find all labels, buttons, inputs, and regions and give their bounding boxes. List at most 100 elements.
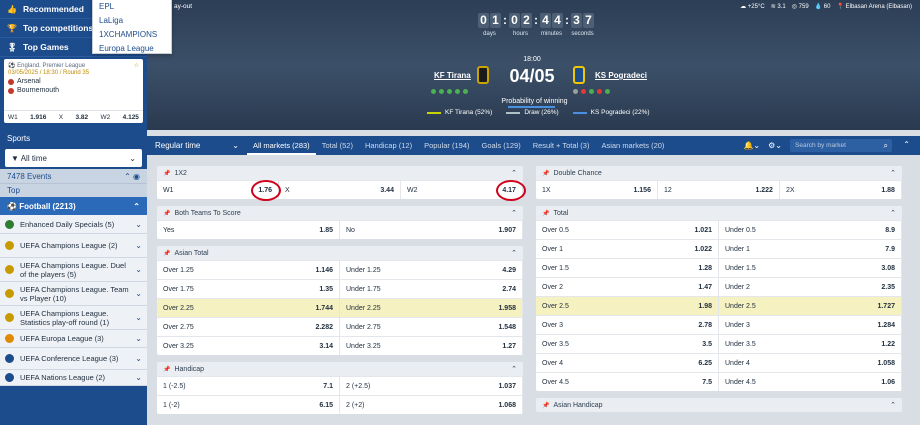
competition-item[interactable]: Enhanced Daily Specials (5) ⌄ [0, 215, 147, 234]
odds-cell[interactable]: Over 2.5 1.98 [536, 296, 719, 315]
odds-cell[interactable]: Over 1.75 1.35 [157, 279, 340, 298]
odds-cell[interactable]: 1 (-2.5) 7.1 [157, 376, 340, 395]
competition-item[interactable]: UEFA Champions League. Statistics play-o… [0, 306, 147, 330]
odd-w1[interactable]: 1.916 [30, 114, 46, 121]
pin-icon[interactable]: 📌 [163, 211, 170, 217]
medal-icon: 🎖 [7, 42, 18, 52]
odds-cell[interactable]: Under 0.5 8.9 [719, 220, 902, 239]
dropdown-item[interactable]: 1XCHAMPIONS [99, 28, 171, 42]
competition-item[interactable]: UEFA Champions League (2) ⌄ [0, 234, 147, 258]
globe-icon[interactable]: ◉ [133, 172, 140, 181]
competition-item[interactable]: UEFA Champions League. Team vs Player (1… [0, 282, 147, 306]
team-away-link[interactable]: KS Pogradeci [595, 71, 647, 80]
odds-cell[interactable]: 2 (+2.5) 1.037 [340, 376, 523, 395]
competition-icon [5, 373, 14, 382]
odd-w2[interactable]: 4.125 [123, 114, 139, 121]
odds-cell[interactable]: Under 3.5 1.22 [719, 334, 902, 353]
odds-cell[interactable]: Under 2.25 1.958 [340, 298, 523, 317]
odds-cell[interactable]: No 1.907 [340, 220, 523, 239]
market-header[interactable]: 📌 Total ⌃ [536, 206, 902, 220]
dropdown-item[interactable]: EPL [99, 0, 171, 14]
odds-cell[interactable]: Over 2.75 2.282 [157, 317, 340, 336]
market-tab[interactable]: Handicap (12) [359, 136, 418, 155]
collapse-all-icon[interactable]: ⌃ [903, 140, 910, 149]
odds-cell[interactable]: Over 3.5 3.5 [536, 334, 719, 353]
odds-cell[interactable]: 2X 1.88 [779, 180, 902, 199]
competition-item[interactable]: UEFA Europa League (3) ⌄ [0, 330, 147, 348]
competition-icon [5, 334, 14, 343]
odds-cell[interactable]: Over 1.25 1.146 [157, 260, 340, 279]
chevron-down-icon: ⌄ [129, 153, 136, 163]
highlight-circle [251, 180, 281, 201]
competition-icon [5, 265, 14, 274]
competition-item[interactable]: UEFA Conference League (3) ⌄ [0, 348, 147, 370]
dropdown-item[interactable]: Europa League [99, 42, 171, 56]
odds-cell[interactable]: Under 2 2.35 [719, 277, 902, 296]
odd-x[interactable]: 3.82 [76, 114, 89, 121]
odds-cell[interactable]: Under 2.5 1.727 [719, 296, 902, 315]
odds-cell[interactable]: 12 1.222 [657, 180, 780, 199]
odds-cell[interactable]: Under 4 1.058 [719, 353, 902, 372]
competition-item[interactable]: UEFA Champions League. Duel of the playe… [0, 258, 147, 282]
sports-top[interactable]: Top [0, 183, 147, 197]
team-home-link[interactable]: KF Tirana [434, 71, 471, 80]
sport-football[interactable]: ⚽ Football (2213) ⌃ [0, 197, 147, 215]
featured-match-card[interactable]: ⚽ England. Premier League ☆ 03/05/2025 / … [4, 59, 143, 123]
odds-cell[interactable]: Over 0.5 1.021 [536, 220, 719, 239]
odds-cell[interactable]: Over 2 1.47 [536, 277, 719, 296]
football-icon: ⚽ [7, 201, 20, 211]
period-select[interactable]: Regular time ⌄ [147, 141, 247, 150]
competition-icon [5, 219, 14, 229]
star-icon[interactable]: ☆ [134, 62, 139, 69]
competition-item[interactable]: UEFA Nations League (2) ⌄ [0, 370, 147, 386]
market-tab[interactable]: Goals (129) [476, 136, 527, 155]
market-header[interactable]: 📌 1X2 ⌃ [157, 166, 523, 180]
odds-cell[interactable]: Under 3 1.284 [719, 315, 902, 334]
odds-cell[interactable]: Yes 1.85 [157, 220, 340, 239]
odds-cell[interactable]: Under 1.5 3.08 [719, 258, 902, 277]
odds-cell[interactable]: 1X 1.156 [536, 180, 658, 199]
odds-cell[interactable]: Over 1 1.022 [536, 239, 719, 258]
odds-cell[interactable]: Under 1.25 4.29 [340, 260, 523, 279]
odds-cell[interactable]: Over 3.25 3.14 [157, 336, 340, 355]
market-header[interactable]: 📌 Handicap ⌃ [157, 362, 523, 376]
dropdown-item[interactable]: LaLiga [99, 14, 171, 28]
search-icon[interactable]: ⌕ [884, 139, 888, 152]
odds-cell[interactable]: Over 3 2.78 [536, 315, 719, 334]
odds-cell[interactable]: Under 3.25 1.27 [340, 336, 523, 355]
market-header[interactable]: 📌 Asian Handicap ⌃ [536, 398, 902, 412]
gear-icon[interactable]: ⚙⌄ [768, 141, 782, 150]
pin-icon[interactable]: 📌 [163, 367, 170, 373]
pin-icon[interactable]: 📌 [163, 171, 170, 177]
pin-icon[interactable]: 📌 [542, 211, 549, 217]
match-team-1: Arsenal [4, 77, 143, 86]
odds-cell[interactable]: 2 (+2) 1.068 [340, 395, 523, 414]
odds-cell[interactable]: 1 (-2) 6.15 [157, 395, 340, 414]
pin-icon[interactable]: 📌 [542, 403, 549, 409]
odds-cell[interactable]: Under 4.5 1.06 [719, 372, 902, 391]
market-header[interactable]: 📌 Asian Total ⌃ [157, 246, 523, 260]
odds-cell[interactable]: Under 1.75 2.74 [340, 279, 523, 298]
team-home-logo-icon [477, 66, 489, 84]
odds-cell[interactable]: Over 4 6.25 [536, 353, 719, 372]
time-filter-select[interactable]: ▼ All time ⌄ [5, 149, 142, 167]
market-tab[interactable]: Popular (194) [418, 136, 475, 155]
collapse-icon[interactable]: ⌃ [124, 172, 131, 181]
market-tab[interactable]: Asian markets (20) [595, 136, 670, 155]
odds-cell[interactable]: Under 2.75 1.548 [340, 317, 523, 336]
market-tab[interactable]: Result + Total (3) [527, 136, 596, 155]
odds-cell[interactable]: X 3.44 [278, 180, 401, 199]
chevron-up-icon: ⌃ [890, 170, 896, 177]
pin-icon[interactable]: 📌 [163, 251, 170, 257]
odds-cell[interactable]: Under 1 7.9 [719, 239, 902, 258]
odds-cell[interactable]: Over 4.5 7.5 [536, 372, 719, 391]
odds-cell[interactable]: Over 1.5 1.28 [536, 258, 719, 277]
market-search-input[interactable]: Search by market ⌕ [790, 139, 892, 152]
pin-icon[interactable]: 📌 [542, 171, 549, 177]
bell-icon[interactable]: 🔔⌄ [743, 141, 760, 150]
market-tab[interactable]: All markets (283) [247, 136, 316, 155]
market-tab[interactable]: Total (52) [316, 136, 359, 155]
odds-cell[interactable]: Over 2.25 1.744 [157, 298, 340, 317]
market-header[interactable]: 📌 Double Chance ⌃ [536, 166, 902, 180]
market-header[interactable]: 📌 Both Teams To Score ⌃ [157, 206, 523, 220]
